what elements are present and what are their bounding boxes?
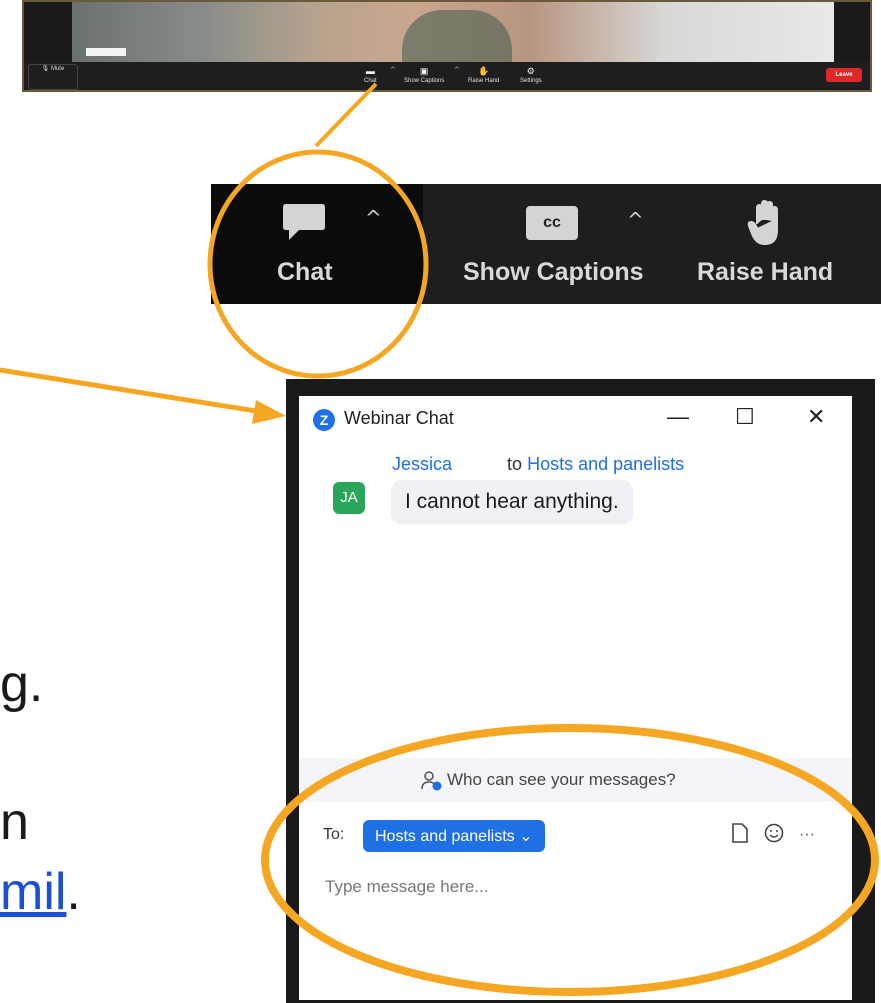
video-feed [72,2,834,62]
chevron-down-icon: ⌄ [519,828,533,845]
message-bubble: I cannot hear anything. [391,480,633,524]
mini-chat-label: Chat [364,78,377,84]
video-note [86,48,126,56]
more-options-button[interactable]: ··· [799,826,815,844]
visibility-notice[interactable]: Who can see your messages? [299,758,852,802]
maximize-button[interactable]: ☐ [735,404,755,430]
recipient-dropdown-value: Hosts and panelists [375,828,515,845]
message-input[interactable] [323,866,827,908]
chevron-up-icon[interactable]: ^ [365,206,382,230]
email-link[interactable]: mil [0,863,66,921]
mini-raise-hand-label: Raise Hand [468,78,500,84]
slide-text-line: g. [0,655,44,713]
mini-captions-button[interactable]: ▣ Show Captions [404,64,444,84]
mini-chat-button[interactable]: ▬ Chat [364,64,377,84]
hand-icon: ✋ [478,66,490,76]
message-header: Jessica to Hosts and panelists [392,454,684,475]
mini-mute-button[interactable]: 🎙 Mute [28,64,78,90]
mini-mute-label: Mute [50,66,65,72]
close-button[interactable]: ✕ [807,404,825,430]
slide-text-line: n [0,793,29,851]
enlarged-toolbar: ^ Chat cc ^ Show Captions Raise Hand [211,184,881,304]
show-captions-button[interactable]: Show Captions [463,258,644,287]
mini-settings-button[interactable]: ⚙ Settings [520,64,542,84]
file-icon[interactable] [731,822,749,844]
raise-hand-button[interactable]: Raise Hand [697,258,833,287]
zoom-logo-icon: Z [313,409,335,431]
to-label: To: [323,826,345,843]
recipient-dropdown[interactable]: Hosts and panelists ⌄ [363,820,545,852]
mini-toolbar: 🎙 Mute ▬ Chat ^ ▣ Show Captions ^ ✋ Rais… [24,62,870,90]
arrowhead-icon [252,400,286,424]
sender-name[interactable]: Jessica [392,454,452,474]
chat-label: Chat [277,258,333,286]
recipient-row: To: Hosts and panelists ⌄ ··· [323,820,843,852]
pointer-line [314,82,378,148]
leave-button[interactable]: Leave [826,68,862,82]
chat-button[interactable]: ^ Chat [211,184,423,304]
gear-icon: ⚙ [526,66,535,76]
chevron-up-icon[interactable]: ^ [627,208,644,232]
recipient-prefix: to [507,454,523,474]
window-titlebar: Z Webinar Chat — ☐ ✕ [299,396,852,444]
cc-icon: cc [526,206,578,240]
meeting-screenshot: 🎙 Mute ▬ Chat ^ ▣ Show Captions ^ ✋ Rais… [22,0,872,92]
hand-icon [747,200,778,245]
window-title: Webinar Chat [344,408,454,428]
chevron-up-icon[interactable]: ^ [390,66,396,74]
mini-raise-hand-button[interactable]: ✋ Raise Hand [468,64,499,84]
chevron-up-icon[interactable]: ^ [454,66,460,74]
recipient-name[interactable]: Hosts and panelists [527,454,684,474]
mini-captions-label: Show Captions [404,78,445,84]
webinar-chat-panel: Z Webinar Chat — ☐ ✕ Jessica to Hosts an… [299,396,852,1000]
chat-bubble-icon: ▬ [365,66,375,76]
cc-icon: ▣ [419,66,429,76]
participant-figure [402,10,512,62]
who-can-see-label: Who can see your messages? [447,770,676,789]
emoji-icon[interactable] [763,822,785,844]
avatar: JA [333,482,365,514]
minimize-button[interactable]: — [667,404,689,430]
mini-settings-label: Settings [520,78,542,84]
chat-bubble-icon [283,204,325,240]
slide-text-line: mil. [0,862,81,922]
people-icon [421,771,442,791]
microphone-icon: 🎙 [41,66,50,72]
arrow-line [0,367,263,415]
slide-period: . [66,863,81,921]
